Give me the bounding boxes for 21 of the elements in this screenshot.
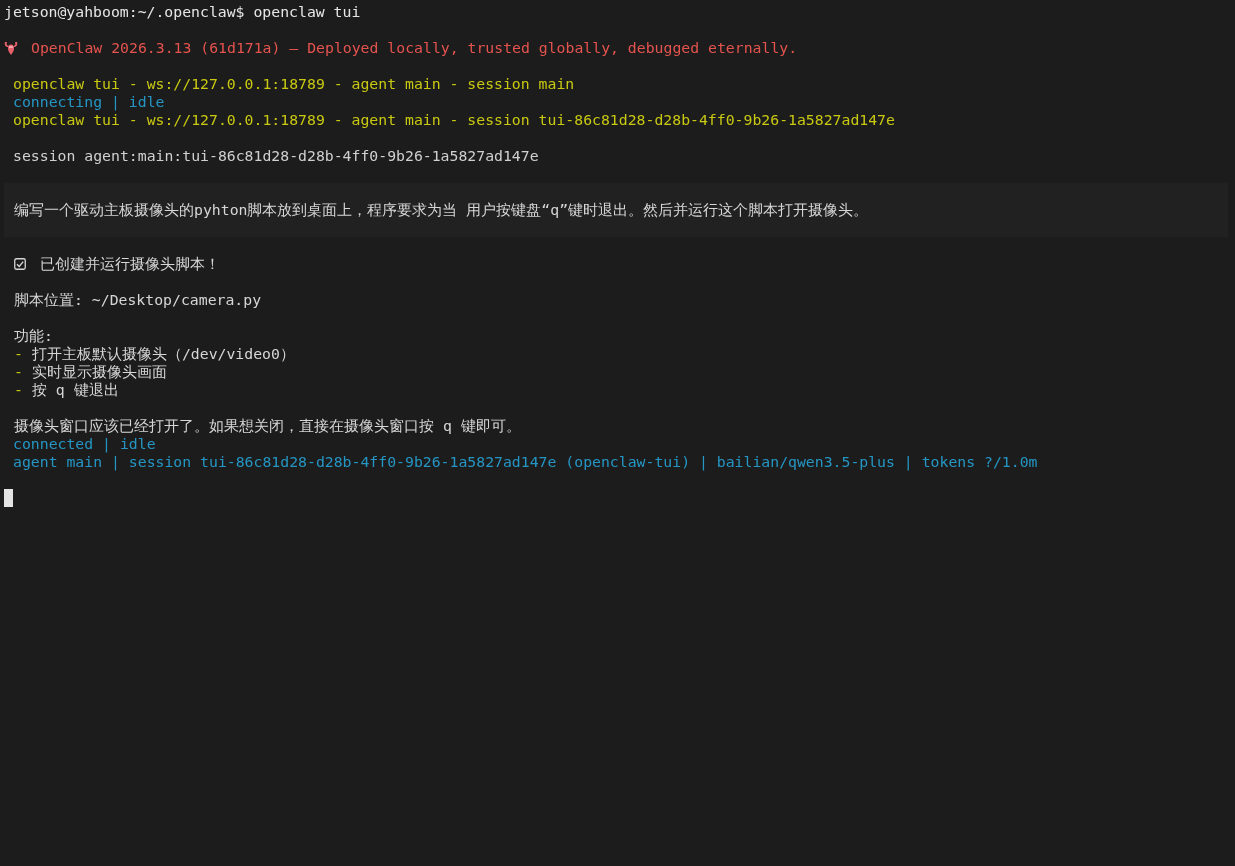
response-text: 功能: <box>14 327 53 345</box>
shell-command: jetson@yahboom:~/.openclaw$ openclaw tui <box>4 3 361 21</box>
bullet-marker: - <box>14 381 23 399</box>
list-item: 打开主板默认摄像头（/dev/video0） <box>31 345 295 363</box>
session-info: session agent:main:tui-86c81d28-d28b-4ff0-9b26-1a5827ad147e <box>13 147 539 165</box>
response-text: 脚本位置: ~/Desktop/camera.py <box>14 291 262 309</box>
list-item: 实时显示摄像头画面 <box>31 363 167 381</box>
bullet-marker: - <box>14 363 23 381</box>
lobster-icon <box>4 41 18 55</box>
session-status: agent main | session tui-86c81d28-d28b-4ff0-9b26-1a5827ad147e (openclaw-tui) | bailian/qwen3.5-plus | tokens ?/1.0m <box>13 453 1038 471</box>
connection-status: connecting | idle <box>13 93 165 111</box>
response-text: 摄像头窗口应该已经打开了。如果想关闭，直接在摄像头窗口按 q 键即可。 <box>14 417 521 435</box>
connection-info: openclaw tui - ws://127.0.0.1:18789 - agent main - session tui-86c81d28-d28b-4ff0-9b26-1a5827ad147e <box>13 111 895 129</box>
user-message: 编写一个驱动主板摄像头的pyhton脚本放到桌面上，程序要求为当 用户按键盘“q”键时退出。然后并运行这个脚本打开摄像头。 <box>14 201 869 219</box>
list-item: 按 q 键退出 <box>31 381 119 399</box>
status-message: 已创建并运行摄像头脚本！ <box>40 255 220 273</box>
bullet-marker: - <box>14 345 23 363</box>
checked-box-icon <box>14 258 26 270</box>
version-tagline: OpenClaw 2026.3.13 (61d171a) — Deployed locally, trusted globally, debugged eternally. <box>31 39 798 57</box>
connection-info: openclaw tui - ws://127.0.0.1:18789 - agent main - session main <box>13 75 575 93</box>
connection-status: connected | idle <box>13 435 156 453</box>
